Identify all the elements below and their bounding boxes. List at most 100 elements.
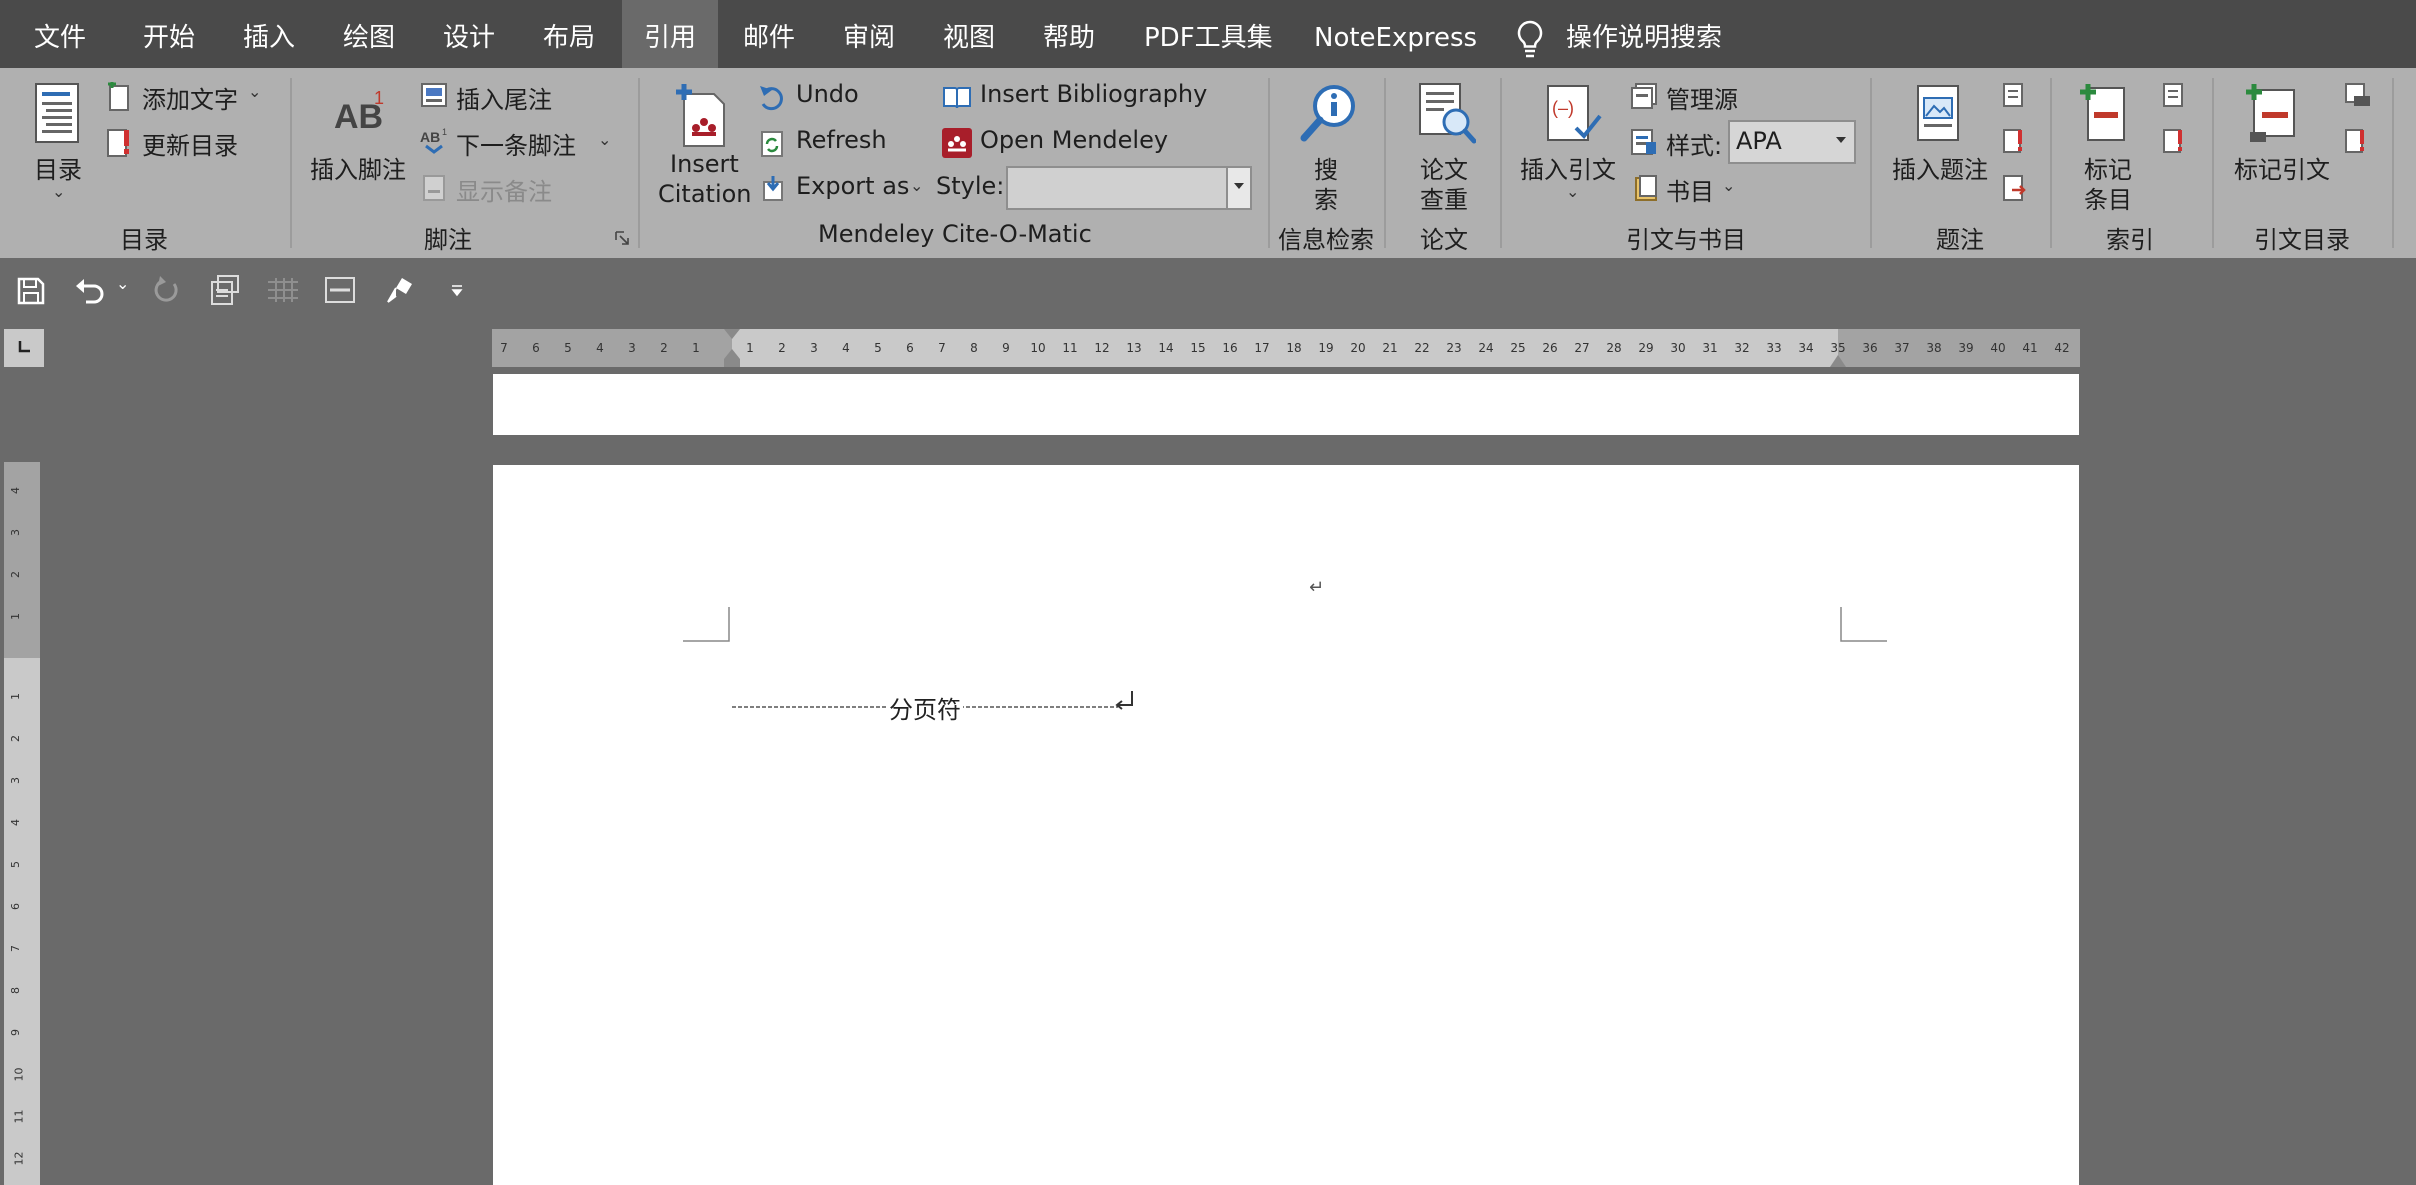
tab-help[interactable]: 帮助 bbox=[1043, 0, 1095, 68]
paper-check-line2[interactable]: 查重 bbox=[1420, 180, 1468, 215]
mark-entry-line2[interactable]: 条目 bbox=[2084, 180, 2132, 215]
mendeley-undo-button[interactable]: Undo bbox=[796, 80, 859, 108]
save-icon[interactable] bbox=[16, 276, 46, 306]
research-search-line2[interactable]: 索 bbox=[1314, 180, 1338, 215]
bibliography-style-select[interactable]: APA bbox=[1728, 120, 1856, 164]
horizontal-ruler[interactable]: 7 6 5 4 3 2 1 1 2 3 4 5 6 7 8 9 10 11 12 13 14 15 16 17 1… bbox=[492, 329, 2080, 367]
toc-button[interactable]: 目录 bbox=[34, 150, 82, 185]
group-divider bbox=[290, 78, 292, 248]
manage-sources-button[interactable]: 管理源 bbox=[1666, 80, 1738, 115]
bibliography-button[interactable]: 书目 bbox=[1666, 172, 1714, 207]
ruler-number: 3 bbox=[628, 341, 636, 355]
tab-pdf-tools[interactable]: PDF工具集 bbox=[1144, 0, 1273, 68]
ruler-number: 28 bbox=[1606, 341, 1622, 355]
style-label: Style: bbox=[936, 172, 1005, 200]
tab-noteexpress[interactable]: NoteExpress bbox=[1314, 0, 1477, 68]
page-layout-icon[interactable] bbox=[324, 276, 356, 304]
refresh-button[interactable]: Refresh bbox=[796, 126, 887, 154]
citation-style-select[interactable] bbox=[1006, 166, 1252, 210]
update-index-icon[interactable] bbox=[2162, 128, 2184, 154]
ribbon-tab-bar: 文件 开始 插入 绘图 设计 布局 引用 邮件 审阅 视图 帮助 PDF工具集 … bbox=[0, 0, 2416, 68]
svg-text:AB: AB bbox=[420, 129, 440, 145]
export-as-button[interactable]: Export as bbox=[796, 172, 909, 200]
bibliography-icon bbox=[1635, 175, 1657, 201]
tab-file[interactable]: 文件 bbox=[34, 0, 86, 68]
chevron-down-icon[interactable]: ⌄ bbox=[1722, 176, 1735, 195]
show-notes-button[interactable]: 显示备注 bbox=[456, 172, 552, 207]
ruler-number: 40 bbox=[1990, 341, 2006, 355]
ruler-number: 1 bbox=[9, 693, 22, 700]
tab-review[interactable]: 审阅 bbox=[843, 0, 895, 68]
undo-icon[interactable] bbox=[74, 276, 106, 306]
tab-design[interactable]: 设计 bbox=[443, 0, 495, 68]
ruler-number: 37 bbox=[1894, 341, 1910, 355]
tab-draw[interactable]: 绘图 bbox=[343, 0, 395, 68]
mark-citation-button[interactable]: 标记引文 bbox=[2234, 150, 2330, 185]
tab-layout[interactable]: 布局 bbox=[543, 0, 595, 68]
group-label-index: 索引 bbox=[2106, 226, 2154, 254]
tell-me-search[interactable]: 操作说明搜索 bbox=[1566, 0, 1722, 68]
next-footnote-button[interactable]: 下一条脚注 bbox=[456, 126, 576, 161]
group-label-footnotes: 脚注 bbox=[424, 226, 472, 254]
ruler-number: 4 bbox=[596, 341, 604, 355]
insert-bibliography-button[interactable]: Insert Bibliography bbox=[980, 80, 1207, 108]
ruler-number: 30 bbox=[1670, 341, 1686, 355]
update-table-icon[interactable] bbox=[2002, 128, 2024, 154]
insert-index-icon[interactable] bbox=[2162, 82, 2184, 108]
chevron-down-icon[interactable]: ⌄ bbox=[910, 176, 923, 195]
indent-marker-icon[interactable] bbox=[720, 329, 744, 367]
ruler-number: 9 bbox=[9, 1029, 22, 1036]
chevron-down-icon[interactable]: ⌄ bbox=[116, 274, 129, 293]
ruler-number: 8 bbox=[9, 987, 22, 994]
document-page[interactable]: ↵ bbox=[493, 465, 2079, 1185]
insert-citation-button[interactable]: 插入引文 bbox=[1520, 150, 1616, 185]
left-tab-icon bbox=[18, 341, 30, 353]
update-table-icon[interactable] bbox=[2344, 128, 2366, 154]
group-label-research: 信息检索 bbox=[1278, 226, 1374, 254]
chevron-down-icon[interactable]: ⌄ bbox=[52, 182, 65, 201]
ruler-number: 6 bbox=[532, 341, 540, 355]
dialog-launcher-icon[interactable] bbox=[614, 230, 630, 246]
chevron-down-icon[interactable] bbox=[1830, 122, 1854, 162]
add-text-button[interactable]: 添加文字 bbox=[142, 80, 238, 115]
right-indent-marker-icon[interactable] bbox=[1826, 345, 1850, 367]
ruler-number: 2 bbox=[9, 735, 22, 742]
ruler-number: 31 bbox=[1702, 341, 1718, 355]
form-icon[interactable] bbox=[208, 274, 240, 306]
tab-references[interactable]: 引用 bbox=[622, 0, 719, 68]
insert-citation-icon: (–) bbox=[1547, 85, 1602, 141]
format-painter-icon[interactable] bbox=[384, 274, 418, 306]
update-table-icon bbox=[107, 129, 129, 157]
insert-citation-line2[interactable]: Citation bbox=[658, 180, 752, 208]
tab-insert[interactable]: 插入 bbox=[243, 0, 295, 68]
cross-reference-icon[interactable] bbox=[2002, 174, 2028, 202]
ribbon-references: 目录 ⌄ 添加文字 ⌄ 更新目录 目录 AB 1 插入脚注 插入尾注 AB 1 … bbox=[0, 68, 2416, 258]
chevron-down-icon[interactable]: ⌄ bbox=[1566, 182, 1579, 201]
customize-toolbar-icon[interactable] bbox=[450, 284, 464, 298]
ruler-number: 2 bbox=[9, 571, 22, 578]
insert-citation-line1[interactable]: Insert bbox=[670, 150, 739, 178]
tab-view[interactable]: 视图 bbox=[943, 0, 995, 68]
paragraph-mark: ↵ bbox=[1309, 577, 1325, 598]
update-table-button[interactable]: 更新目录 bbox=[142, 126, 238, 161]
chevron-down-icon[interactable]: ⌄ bbox=[248, 82, 261, 101]
insert-footnote-button[interactable]: 插入脚注 bbox=[310, 150, 406, 185]
vertical-ruler[interactable]: 4 3 2 1 1 2 3 4 5 6 7 8 9 10 11 12 bbox=[4, 462, 40, 1185]
tab-selector[interactable] bbox=[4, 329, 44, 367]
insert-endnote-button[interactable]: 插入尾注 bbox=[456, 80, 552, 115]
lightbulb-icon[interactable] bbox=[1510, 18, 1550, 60]
redo-icon[interactable] bbox=[152, 276, 182, 306]
chevron-down-icon[interactable] bbox=[1226, 168, 1250, 208]
insert-table-of-authorities-icon[interactable] bbox=[2344, 82, 2372, 108]
ruler-number: 10 bbox=[1030, 341, 1046, 355]
open-mendeley-button[interactable]: Open Mendeley bbox=[980, 126, 1168, 154]
ruler-number: 1 bbox=[9, 613, 22, 620]
previous-page-bottom[interactable] bbox=[493, 374, 2079, 435]
tab-home[interactable]: 开始 bbox=[143, 0, 195, 68]
table-icon[interactable] bbox=[266, 276, 300, 304]
insert-table-of-figures-icon[interactable] bbox=[2002, 82, 2024, 108]
ruler-number: 41 bbox=[2022, 341, 2038, 355]
chevron-down-icon[interactable]: ⌄ bbox=[598, 130, 611, 149]
insert-caption-button[interactable]: 插入题注 bbox=[1892, 150, 1988, 185]
tab-mailings[interactable]: 邮件 bbox=[743, 0, 795, 68]
